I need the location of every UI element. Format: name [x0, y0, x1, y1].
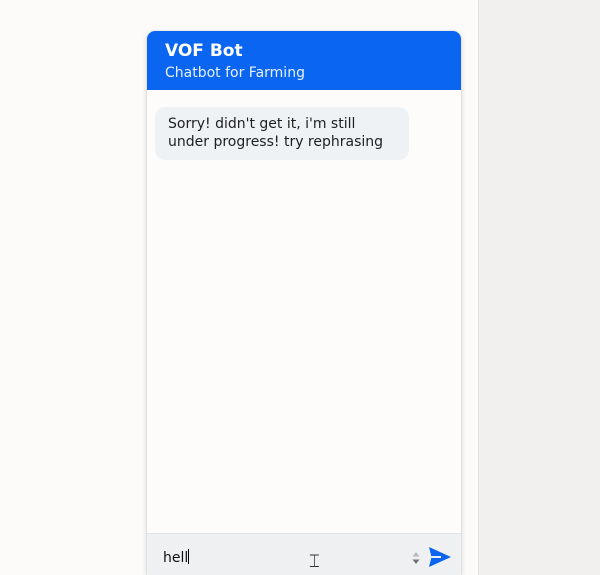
bot-message: Sorry! didn't get it, i'm still under pr…: [155, 107, 409, 160]
send-button[interactable]: [428, 546, 452, 568]
message-list: Sorry! didn't get it, i'm still under pr…: [147, 90, 461, 533]
bot-subtitle: Chatbot for Farming: [165, 65, 305, 81]
chat-widget: VOF Bot Chatbot for Farming Sorry! didn'…: [147, 31, 461, 575]
chat-header: VOF Bot Chatbot for Farming: [147, 31, 461, 90]
ibeam-cursor-icon: ⌶: [309, 551, 320, 572]
number-stepper-icon[interactable]: [411, 550, 421, 566]
bot-title: VOF Bot: [165, 41, 243, 61]
page: VOF Bot Chatbot for Farming Sorry! didn'…: [0, 0, 600, 575]
message-input[interactable]: hell: [163, 549, 190, 567]
message-composer: hell ⌶: [147, 533, 461, 575]
send-icon: [429, 547, 451, 567]
message-input-text: hell: [163, 550, 189, 566]
text-caret: [188, 549, 190, 564]
side-panel: [478, 0, 600, 575]
